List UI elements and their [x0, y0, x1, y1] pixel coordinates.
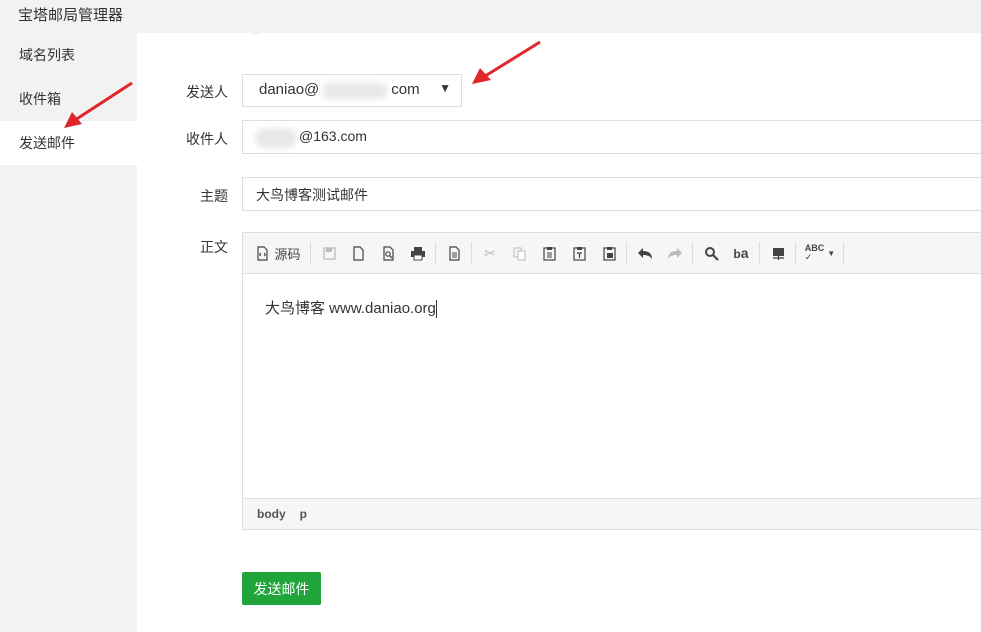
recipient-label: 收件人	[186, 131, 228, 147]
spellcheck-icon[interactable]: ABC ✓ ▼	[803, 241, 837, 265]
recipient-value: @163.com	[299, 128, 367, 144]
annotation-arrow-icon	[472, 40, 541, 84]
text-caret	[435, 300, 437, 319]
templates-icon[interactable]	[443, 241, 465, 265]
title-bar: 宝塔邮局管理器	[0, 0, 981, 33]
print-icon[interactable]	[407, 241, 429, 265]
new-page-icon[interactable]	[347, 241, 369, 265]
paste-icon[interactable]	[538, 241, 560, 265]
copy-icon[interactable]	[508, 241, 530, 265]
send-mail-button[interactable]: 发送邮件	[242, 572, 321, 605]
chevron-down-icon: ▼	[827, 248, 836, 258]
dropdown-arrow-icon[interactable]: ▼	[439, 81, 451, 95]
save-icon[interactable]	[318, 241, 340, 265]
source-button[interactable]: 源码	[251, 241, 305, 265]
element-path-body[interactable]: body	[257, 507, 286, 521]
app-title: 宝塔邮局管理器	[18, 7, 124, 24]
source-icon	[257, 245, 269, 261]
subject-label: 主题	[200, 188, 228, 204]
find-icon[interactable]	[700, 241, 722, 265]
subject-value: 大鸟博客测试邮件	[256, 187, 368, 203]
replace-icon[interactable]: ba	[729, 241, 753, 265]
editor-status-bar: body p	[243, 498, 981, 529]
cut-icon[interactable]: ✂	[479, 241, 501, 265]
sidebar-item-domain-list[interactable]: 域名列表	[0, 33, 137, 77]
editor-toolbar: 源码 ✂ ba ABC ✓ ▼	[243, 233, 981, 274]
recipient-input[interactable]: @163.com	[242, 120, 981, 154]
sender-select[interactable]: daniao@ com ▼	[242, 74, 462, 107]
annotation-arrow-icon	[64, 81, 133, 128]
body-label: 正文	[200, 239, 228, 255]
select-all-icon[interactable]	[767, 241, 789, 265]
redaction-blur	[255, 128, 297, 148]
redaction-blur	[323, 83, 387, 99]
undo-icon[interactable]	[634, 241, 656, 265]
preview-icon[interactable]	[377, 241, 399, 265]
paste-word-icon[interactable]	[598, 241, 620, 265]
redo-icon[interactable]	[664, 241, 686, 265]
rich-text-editor[interactable]: 源码 ✂ ba ABC ✓ ▼ 大鸟博客 www.daniao.org body…	[242, 232, 981, 530]
editor-content[interactable]: 大鸟博客 www.daniao.org	[265, 297, 437, 319]
subject-input[interactable]: 大鸟博客测试邮件	[242, 177, 981, 211]
element-path-p[interactable]: p	[300, 507, 307, 521]
sender-label: 发送人	[186, 84, 228, 100]
paste-text-icon[interactable]	[568, 241, 590, 265]
